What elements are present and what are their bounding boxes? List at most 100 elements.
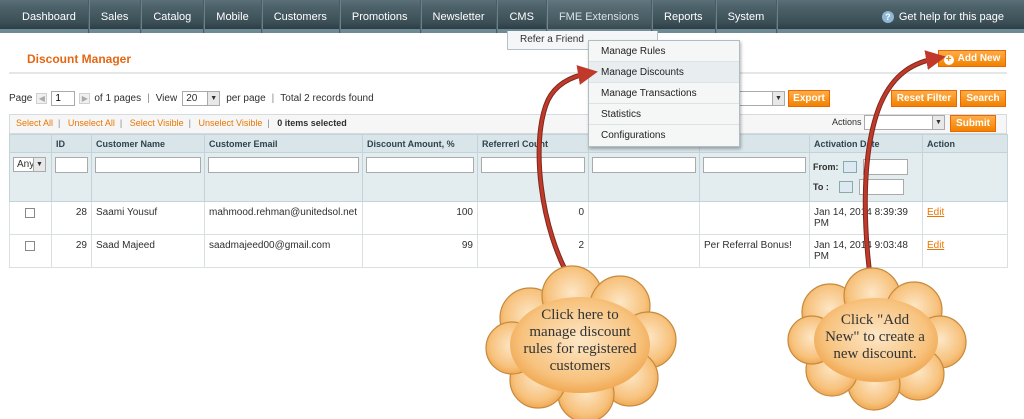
unselect-visible-link[interactable]: Unselect Visible [199,118,263,128]
page-input[interactable] [51,90,76,106]
add-new-button[interactable]: + Add New [938,50,1006,67]
callout-left: Click here to manage discount rules for … [495,307,665,375]
date-to-input[interactable] [858,179,904,195]
cell-count: 0 [477,201,589,235]
plus-icon: + [943,55,954,65]
add-new-label: Add New [957,53,1001,64]
chevron-down-icon: ▼ [207,91,220,105]
col-customer-email[interactable]: Customer Email [204,134,363,153]
calendar-icon[interactable] [838,181,853,193]
cell-date-line2: PM [814,251,829,262]
actions-label: Actions [832,117,862,127]
filter-hidden[interactable] [592,157,696,173]
cell-name: Saami Yousuf [91,201,205,235]
to-label: To : [813,182,829,192]
filter-comments[interactable] [703,157,806,173]
row-checkbox[interactable] [25,208,35,218]
any-value: Any [17,159,35,170]
col-discount-amount[interactable]: Discount Amount, % [362,134,478,153]
help-label: Get help for this page [898,10,1004,23]
select-visible-link[interactable]: Select Visible [130,118,184,128]
pager: Page ◀ ▶ of 1 pages | View 20▼ per page … [9,90,374,106]
callout-left-line: rules for registered [523,341,637,357]
cell-email: mahmood.rehman@unitedsol.net [204,201,363,235]
edit-link[interactable]: Edit [927,240,944,251]
callout-right-line: new discount. [833,346,917,362]
edit-link[interactable]: Edit [927,207,944,218]
export-button[interactable]: Export [788,90,830,107]
filter-name[interactable] [95,157,201,173]
nav-sales[interactable]: Sales [89,0,142,33]
date-from-input[interactable] [862,159,908,175]
prev-page-icon[interactable]: ◀ [36,92,48,104]
nav-system[interactable]: System [716,0,778,33]
table-row[interactable]: 28 Saami Yousuf mahmood.rehman@unitedsol… [9,201,1008,235]
cell-discount: 100 [362,201,478,235]
filter-discount[interactable] [366,157,474,173]
submit-button[interactable]: Submit [950,115,996,132]
table-row[interactable]: 29 Saad Majeed saadmajeed00@gmail.com 99… [9,234,1008,268]
calendar-icon[interactable] [842,161,857,173]
row-checkbox[interactable] [25,241,35,251]
any-select[interactable]: Any ▼ [13,157,46,172]
cell-name: Saad Majeed [91,234,205,268]
records-found: Total 2 records found [280,92,374,104]
col-select [9,134,52,153]
top-nav: Dashboard Sales Catalog Mobile Customers… [0,0,1024,33]
nav-customers[interactable]: Customers [262,0,340,33]
discount-grid: ID Customer Name Customer Email Discount… [9,134,1008,268]
nav-cms[interactable]: CMS [497,0,547,33]
menu-manage-transactions[interactable]: Manage Transactions [589,83,739,104]
callout-right-line: New" to create a [825,329,925,345]
search-button[interactable]: Search [960,90,1006,107]
per-page-value: 20 [186,92,198,104]
help-link[interactable]: ? Get help for this page [881,0,1004,33]
nav-menu: Dashboard Sales Catalog Mobile Customers… [10,0,778,33]
export-format-select[interactable]: ▼ [735,91,785,106]
help-icon: ? [881,10,894,23]
select-all-link[interactable]: Select All [16,118,53,128]
nav-newsletter[interactable]: Newsletter [421,0,498,33]
per-page-label: per page [226,92,266,104]
from-label: From: [813,162,839,172]
filter-id[interactable] [55,157,88,173]
col-customer-name[interactable]: Customer Name [91,134,205,153]
nav-fme-extensions[interactable]: FME Extensions [546,0,653,33]
menu-manage-discounts[interactable]: Manage Discounts [589,62,739,83]
nav-reports[interactable]: Reports [652,0,716,33]
filter-email[interactable] [208,157,359,173]
cell-date-line2: PM [814,218,829,229]
per-page-select[interactable]: 20 ▼ [182,90,221,106]
menu-configurations[interactable]: Configurations [589,125,739,146]
cell-discount: 99 [362,234,478,268]
unselect-all-link[interactable]: Unselect All [68,118,115,128]
menu-manage-rules[interactable]: Manage Rules [589,41,739,62]
next-page-icon[interactable]: ▶ [79,92,91,104]
cell-comments [699,201,810,235]
fme-dropdown-menu: Manage Rules Manage Discounts Manage Tra… [588,40,740,147]
chevron-down-icon: ▼ [33,158,45,171]
of-pages-label: of 1 pages [94,92,142,104]
col-id[interactable]: ID [51,134,92,153]
nav-dashboard[interactable]: Dashboard [10,0,89,33]
col-referrer-count[interactable]: Referrerl Count [477,134,589,153]
menu-statistics[interactable]: Statistics [589,104,739,125]
col-activation-date[interactable]: Activation Date [809,134,923,153]
filter-count[interactable] [481,157,585,173]
cell-date-line1: Jan 14, 2014 9:03:48 [814,240,908,251]
cell-id: 29 [51,234,92,268]
cell-id: 28 [51,201,92,235]
callout-left-line: manage discount [529,324,631,340]
view-label: View [155,92,178,104]
actions-select[interactable]: ▼ [864,115,945,130]
reset-filter-button[interactable]: Reset Filter [891,90,957,107]
nav-catalog[interactable]: Catalog [141,0,205,33]
cell-date: Jan 14, 2014 9:03:48 PM [809,234,923,268]
mass-links: Select All | Unselect All | Select Visible… [16,118,347,128]
selected-count: 0 items selected [277,118,347,128]
chevron-down-icon: ▼ [932,116,944,129]
nav-promotions[interactable]: Promotions [340,0,421,33]
divider [9,72,1007,74]
page-label: Page [9,92,33,104]
nav-mobile[interactable]: Mobile [204,0,262,33]
